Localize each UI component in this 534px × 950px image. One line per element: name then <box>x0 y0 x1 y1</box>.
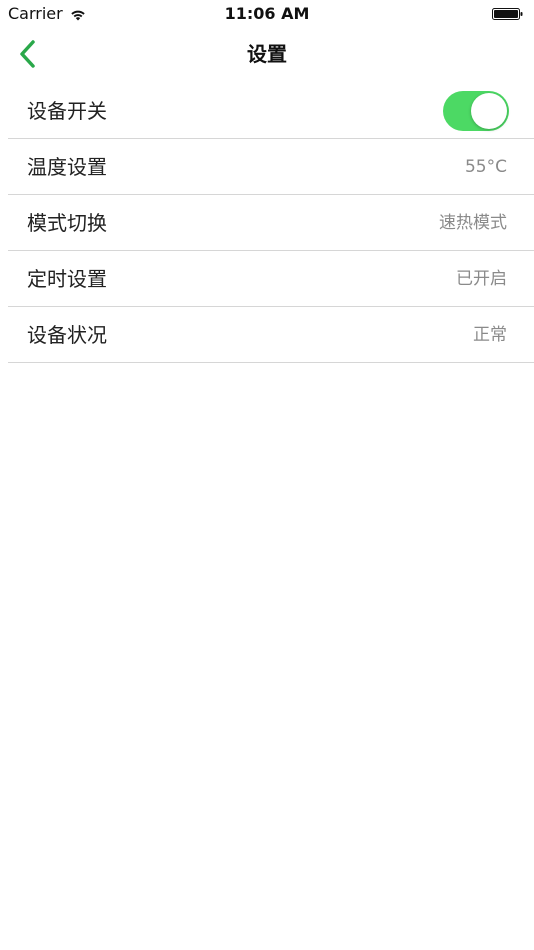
mode-label: 模式切换 <box>27 210 107 235</box>
settings-row-timer[interactable]: 定时设置 已开启 <box>8 251 534 307</box>
status-label: 设备状况 <box>27 322 107 347</box>
mode-value: 速热模式 <box>439 212 507 233</box>
toggle-knob <box>471 92 507 129</box>
status-bar: Carrier 11:06 AM <box>0 0 534 28</box>
settings-row-mode[interactable]: 模式切换 速热模式 <box>8 195 534 251</box>
timer-value: 已开启 <box>456 268 507 289</box>
temperature-value: 55°C <box>464 156 507 177</box>
settings-row-temperature[interactable]: 温度设置 55°C <box>8 139 534 195</box>
settings-row-device-switch[interactable]: 设备开关 <box>8 83 534 139</box>
battery-icon <box>492 6 524 20</box>
temperature-label: 温度设置 <box>27 154 107 179</box>
settings-list: 设备开关 温度设置 55°C 模式切换 速热模式 定时设置 已开启 设备状况 正… <box>8 83 534 363</box>
device-switch-label: 设备开关 <box>27 98 107 123</box>
settings-row-status[interactable]: 设备状况 正常 <box>8 307 534 363</box>
device-switch-toggle[interactable] <box>443 90 509 131</box>
navigation-bar: 设置 <box>0 28 534 80</box>
status-time: 11:06 AM <box>224 4 310 23</box>
timer-label: 定时设置 <box>27 266 107 291</box>
page-title: 设置 <box>247 42 287 66</box>
status-value: 正常 <box>473 324 507 345</box>
